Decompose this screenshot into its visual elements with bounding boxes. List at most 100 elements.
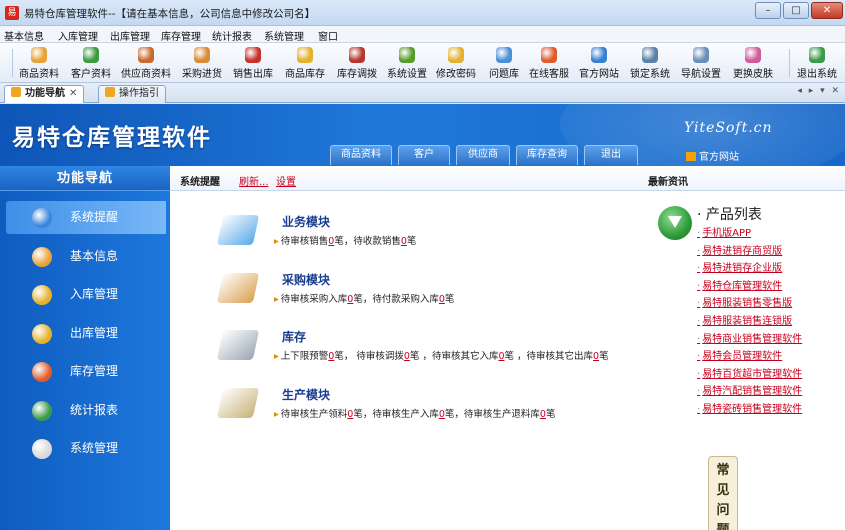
password-icon [448, 47, 464, 63]
menu-item[interactable]: 入库管理 [58, 28, 98, 43]
product-link[interactable]: · 易特瓷砖销售管理软件 [697, 400, 802, 415]
system-icon [32, 439, 52, 459]
product-link[interactable]: · 易特服装销售零售版 [697, 294, 792, 309]
tab-strip: 功能导航 ✕ 操作指引 ◂ ▸ ▾ ✕ [0, 83, 845, 103]
banner-nav-button[interactable]: 客户 [398, 145, 450, 165]
toolbar-button-label: 退出系统 [797, 69, 837, 80]
sidebar-header: 功能导航 [0, 166, 170, 191]
sidebar-item-system[interactable]: 系统管理 [6, 432, 166, 465]
sidebar-item-outbound[interactable]: 出库管理 [6, 317, 166, 350]
banner-nav-button[interactable]: 库存查询 [516, 145, 578, 165]
tab-close-icon[interactable]: ✕ [69, 88, 77, 99]
toolbar-settings-button[interactable]: 系统设置 [384, 45, 430, 81]
official-site-link[interactable]: 官方网站 [686, 148, 739, 163]
product-list-title-text: 产品列表 [705, 207, 762, 223]
tab-nav-controls[interactable]: ◂ ▸ ▾ ✕ [797, 86, 841, 96]
product-link[interactable]: · 易特会员管理软件 [697, 347, 782, 362]
transfer-icon [349, 47, 365, 63]
toolbar-website-button[interactable]: 官方网站 [576, 45, 622, 81]
summary-text: 笔， 待审核调拨 [334, 351, 404, 362]
menu-item[interactable]: 基本信息 [4, 28, 44, 43]
toolbar-skin-button[interactable]: 更换皮肤 [729, 45, 777, 81]
summary-text: 笔，待审核生产退料库 [444, 409, 540, 420]
outbound-icon [32, 323, 52, 344]
toolbar-nav-settings-button[interactable]: 导航设置 [678, 45, 724, 81]
product-link[interactable]: · 易特服装销售连锁版 [697, 312, 792, 327]
banner-nav-button[interactable]: 退出 [584, 145, 638, 165]
toolbar-lock-button[interactable]: 锁定系统 [627, 45, 673, 81]
summary-text: 待审核采购入库 [280, 294, 348, 305]
minimize-button[interactable]: – [755, 2, 781, 19]
bullet-dot: · [697, 316, 701, 327]
sidebar-item-inventory[interactable]: 库存管理 [6, 355, 166, 388]
toolbar-service-button[interactable]: 在线客服 [526, 45, 572, 81]
sidebar: 功能导航 系统提醒基本信息入库管理出库管理库存管理统计报表系统管理 [0, 166, 170, 530]
toolbar-separator [789, 49, 790, 77]
product-link[interactable]: · 易特百货超市管理软件 [697, 365, 802, 380]
sidebar-item-basic-info[interactable]: 基本信息 [6, 240, 166, 273]
sidebar-item-inbound[interactable]: 入库管理 [6, 278, 166, 311]
product-link[interactable]: · 易特仓库管理软件 [697, 277, 782, 292]
arrow-icon: ▸ [274, 409, 279, 420]
toolbar-button-label: 问题库 [489, 69, 519, 80]
toolbar-customer-button[interactable]: 客户资料 [66, 45, 116, 81]
product-link[interactable]: · 易特汽配销售管理软件 [697, 382, 802, 397]
toolbar-sales-button[interactable]: 销售出库 [229, 45, 277, 81]
toolbar-supplier-button[interactable]: 供应商资料 [117, 45, 175, 81]
product-link[interactable]: · 手机版APP [697, 224, 751, 239]
bullet-dot: · [697, 404, 701, 415]
business-icon [216, 215, 260, 245]
maximize-button[interactable]: □ [783, 2, 809, 19]
sidebar-item-label: 入库管理 [70, 287, 119, 301]
toolbar-purchase-button[interactable]: 采购进货 [178, 45, 226, 81]
banner-nav-button[interactable]: 商品资料 [330, 145, 392, 165]
product-list-title: · 产品列表 [697, 207, 762, 223]
module-title[interactable]: 业务模块 [282, 213, 330, 230]
sidebar-item-label: 统计报表 [70, 402, 119, 417]
close-button[interactable]: ✕ [811, 2, 843, 19]
sidebar-item-report[interactable]: 统计报表 [6, 394, 166, 427]
toolbar-button-label: 商品资料 [19, 69, 59, 80]
faq-tab[interactable]: 常见问题 [708, 456, 738, 530]
main-content: 系统提醒 刷新... 设置 最新资讯 业务模块 ▸ 待审核销售0笔，待收款销售0笔采… [170, 166, 845, 530]
lock-icon [642, 47, 658, 63]
bullet-dot: · [697, 280, 701, 292]
bullet-dot: · [697, 386, 701, 398]
menu-item[interactable]: 库存管理 [161, 28, 201, 43]
menu-item[interactable]: 窗口 [318, 28, 338, 43]
basic-info-icon [32, 246, 52, 267]
module-title[interactable]: 采购模块 [282, 271, 330, 288]
toolbar-stock-button[interactable]: 商品库存 [281, 45, 329, 81]
sidebar-item-label: 出库管理 [70, 325, 119, 340]
toolbar-exit-button[interactable]: 退出系统 [793, 45, 841, 81]
module-title[interactable]: 库存 [282, 328, 306, 345]
menu-item[interactable]: 系统管理 [264, 28, 304, 43]
module-title[interactable]: 生产模块 [282, 386, 330, 403]
bullet-dot: · [697, 263, 701, 275]
product-link[interactable]: · 易特进销存企业版 [697, 259, 782, 274]
toolbar-transfer-button[interactable]: 库存调拨 [333, 45, 381, 81]
purchase-module-icon [216, 273, 260, 303]
sidebar-item-label: 系统管理 [70, 441, 119, 455]
download-globe-icon [658, 206, 692, 240]
faq-tab-char: 问 [716, 503, 730, 518]
refresh-link[interactable]: 刷新... [239, 173, 269, 188]
module-summary: ▸ 待审核销售0笔，待收款销售0笔 [274, 233, 416, 247]
menu-item[interactable]: 统计报表 [212, 28, 252, 43]
banner-nav-button[interactable]: 供应商 [456, 145, 510, 165]
product-link[interactable]: · 易特进销存商贸版 [697, 242, 782, 257]
menu-item[interactable]: 出库管理 [110, 28, 150, 43]
toolbar-product-button[interactable]: 商品资料 [14, 45, 64, 81]
settings-link[interactable]: 设置 [276, 173, 296, 188]
toolbar-password-button[interactable]: 修改密码 [433, 45, 479, 81]
toolbar-button-label: 官方网站 [579, 69, 619, 80]
tab-operation-guide[interactable]: 操作指引 [98, 85, 166, 103]
module-business: 业务模块 ▸ 待审核销售0笔，待收款销售0笔 [216, 211, 670, 259]
toolbar-faq-button[interactable]: 问题库 [485, 45, 523, 81]
tab-function-nav[interactable]: 功能导航 ✕ [4, 85, 85, 103]
sidebar-item-info[interactable]: 系统提醒 [6, 201, 166, 234]
summary-text: 笔 [444, 294, 455, 305]
faq-tab-char: 题 [709, 521, 737, 530]
product-link[interactable]: · 易特商业销售管理软件 [697, 330, 802, 345]
toolbar-separator [12, 49, 13, 77]
